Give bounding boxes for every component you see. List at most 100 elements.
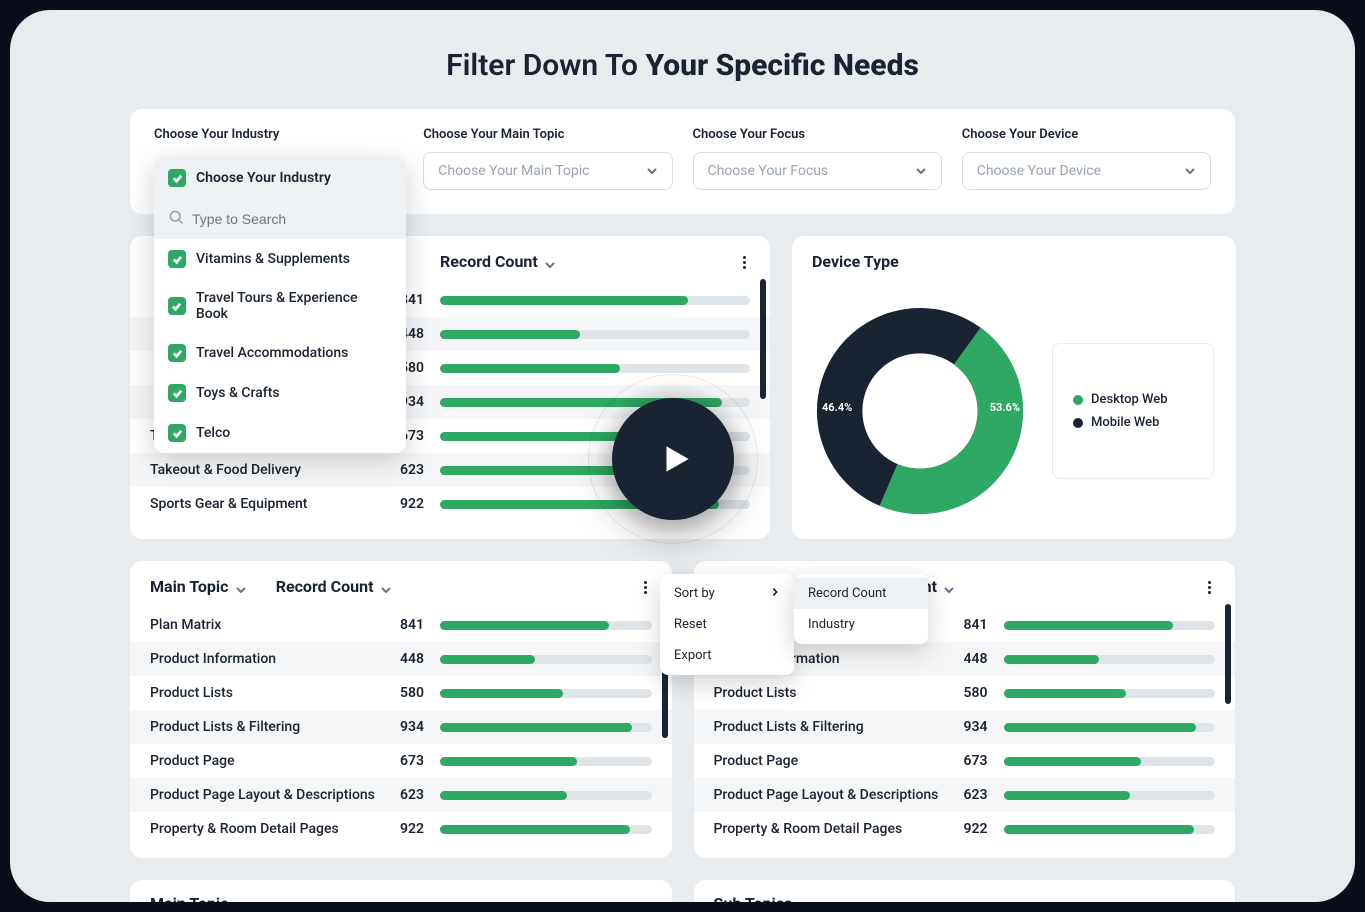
row-label: Product Lists & Filtering: [150, 719, 390, 735]
more-icon[interactable]: [736, 254, 752, 270]
record-count-title[interactable]: Record Count: [276, 577, 392, 596]
play-button[interactable]: [608, 394, 738, 524]
row-bar: [440, 330, 750, 339]
search-input[interactable]: [192, 211, 392, 227]
legend-dot-icon: [1073, 418, 1083, 428]
table-row: Product Lists & Filtering934: [130, 710, 672, 744]
row-label: Takeout & Food Delivery: [150, 462, 390, 478]
table-row: Product Page Layout & Descriptions623: [130, 778, 672, 812]
filter-maintopic-col: Choose Your Main Topic Choose Your Main …: [423, 127, 672, 190]
more-icon[interactable]: [638, 579, 654, 595]
checkbox-icon[interactable]: [168, 250, 186, 268]
row-value: 623: [390, 462, 440, 478]
dropdown-option[interactable]: Travel Accommodations: [154, 333, 406, 373]
row-label: Sports Gear & Equipment: [150, 496, 390, 512]
menu-label: Record Count: [808, 586, 886, 601]
legend-label: Desktop Web: [1091, 392, 1168, 407]
record-count-title[interactable]: Record Count: [440, 252, 556, 271]
row-bar: [1004, 723, 1216, 732]
table-row: Product Lists & Filtering934: [694, 710, 1236, 744]
checkbox-icon[interactable]: [168, 297, 186, 315]
donut-label-left: 46.4%: [822, 401, 852, 414]
device-dropdown[interactable]: Choose Your Device: [962, 152, 1211, 190]
dropdown-option[interactable]: Travel Tours & Experience Book: [154, 279, 406, 333]
dropdown-option[interactable]: Telco: [154, 413, 406, 453]
legend: Desktop Web Mobile Web: [1052, 343, 1214, 479]
legend-item: Mobile Web: [1073, 411, 1193, 434]
title-text: Main Topic: [150, 577, 229, 596]
chevron-down-icon: [1184, 165, 1196, 177]
table-row: Product Lists580: [130, 676, 672, 710]
dropdown-search[interactable]: [154, 199, 406, 239]
row-label: Product Lists: [714, 685, 954, 701]
dropdown-header-label: Choose Your Industry: [196, 170, 331, 186]
rows-body: Plan Matrix841Product Information448Prod…: [130, 604, 672, 858]
menu-label: Sort by: [674, 586, 715, 601]
checkbox-icon[interactable]: [168, 344, 186, 362]
sort-industry[interactable]: Industry: [794, 609, 928, 640]
sort-menu[interactable]: Sort by Reset Export: [660, 574, 794, 675]
stub-title[interactable]: Main Topic: [150, 894, 652, 902]
chevron-down-icon: [235, 898, 247, 903]
maintopic-dropdown[interactable]: Choose Your Main Topic: [423, 152, 672, 190]
donut-chart: 46.4% 53.6%: [814, 305, 1026, 517]
option-label: Travel Tours & Experience Book: [196, 290, 392, 322]
row-bar: [1004, 825, 1216, 834]
more-icon[interactable]: [1201, 579, 1217, 595]
row-label: Product Information: [150, 651, 390, 667]
chevron-right-icon: [770, 586, 780, 601]
option-label: Travel Accommodations: [196, 345, 348, 361]
bottom-stubs: Main Topic Sub Topics: [130, 880, 1235, 902]
checkbox-icon[interactable]: [168, 424, 186, 442]
row-bar: [440, 757, 652, 766]
row-label: Property & Room Detail Pages: [150, 821, 390, 837]
table-row: Product Page673: [130, 744, 672, 778]
row-label: Product Page Layout & Descriptions: [150, 787, 390, 803]
dropdown-placeholder: Choose Your Main Topic: [438, 163, 589, 179]
title-text: Record Count: [276, 577, 374, 596]
dropdown-option[interactable]: Toys & Crafts: [154, 373, 406, 413]
scrollbar[interactable]: [1225, 604, 1231, 858]
sort-record-count[interactable]: Record Count: [794, 578, 928, 609]
industry-dropdown[interactable]: Choose Your Industry Vitamins & Suppleme…: [154, 157, 406, 453]
chevron-down-icon: [943, 581, 955, 593]
row-value: 841: [954, 617, 1004, 633]
table-row: Property & Room Detail Pages922: [694, 812, 1236, 846]
search-icon: [168, 209, 184, 229]
row-bar: [1004, 757, 1216, 766]
checkbox-icon: [168, 169, 186, 187]
row-value: 580: [390, 685, 440, 701]
sort-by-item[interactable]: Sort by: [660, 578, 794, 609]
filter-panel: Choose Your Industry Choose Your Industr…: [130, 109, 1235, 214]
donut-label-right: 53.6%: [990, 401, 1020, 414]
scrollbar[interactable]: [760, 279, 766, 533]
export-item[interactable]: Export: [660, 640, 794, 671]
row-bar: [440, 621, 652, 630]
row-value: 934: [390, 719, 440, 735]
page-title: Filter Down To Your Specific Needs: [10, 10, 1355, 109]
chevron-down-icon: [915, 165, 927, 177]
option-label: Vitamins & Supplements: [196, 251, 350, 267]
row-bar: [440, 723, 652, 732]
chevron-down-icon: [798, 898, 810, 903]
focus-dropdown[interactable]: Choose Your Focus: [693, 152, 942, 190]
row-label: Plan Matrix: [150, 617, 390, 633]
menu-label: Export: [674, 648, 712, 663]
title-text: Sub Topics: [714, 894, 793, 902]
filter-focus-col: Choose Your Focus Choose Your Focus: [693, 127, 942, 190]
table-row: Product Lists580: [694, 676, 1236, 710]
dropdown-header[interactable]: Choose Your Industry: [154, 157, 406, 199]
dropdown-placeholder: Choose Your Device: [977, 163, 1101, 179]
reset-item[interactable]: Reset: [660, 609, 794, 640]
row-label: Product Lists & Filtering: [714, 719, 954, 735]
row-label: Product Page Layout & Descriptions: [714, 787, 954, 803]
chevron-down-icon: [235, 581, 247, 593]
dropdown-option[interactable]: Vitamins & Supplements: [154, 239, 406, 279]
stub-title[interactable]: Sub Topics: [714, 894, 1216, 902]
main-topic-title[interactable]: Main Topic: [150, 577, 247, 596]
row-bar: [440, 296, 750, 305]
option-label: Telco: [196, 425, 230, 441]
checkbox-icon[interactable]: [168, 384, 186, 402]
sort-submenu[interactable]: Record Count Industry: [794, 574, 928, 644]
filter-label-focus: Choose Your Focus: [693, 127, 942, 142]
